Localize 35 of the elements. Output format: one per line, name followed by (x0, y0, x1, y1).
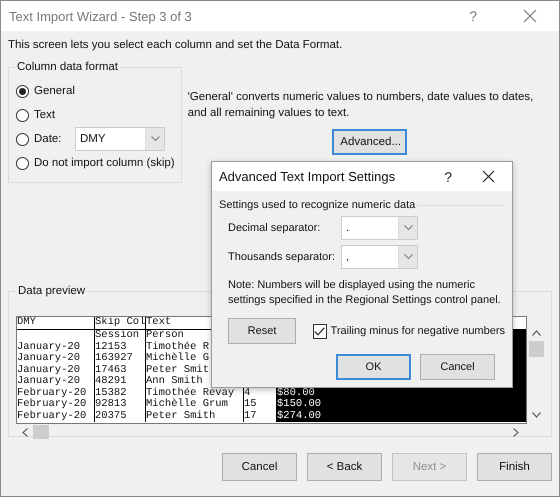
dialog-title: Advanced Text Import Settings (219, 169, 396, 184)
table-cell: 15382 (95, 388, 146, 399)
table-cell: January-20 (17, 342, 95, 353)
format-description: 'General' converts numeric values to numbers, date values to dates, and all remaining values to text. (188, 90, 534, 121)
table-cell: Michèlle Grum (146, 399, 244, 410)
table-cell: 17463 (95, 364, 146, 376)
table-cell: February-20 (17, 399, 95, 410)
radio-label: Date: (34, 133, 62, 145)
table-cell: January-20 (17, 364, 95, 376)
radio-label: General (34, 85, 75, 97)
table-cell: 92813 (95, 399, 146, 410)
table-cell: January-20 (17, 353, 95, 364)
radio-label: Do not import column (skip) (34, 157, 175, 169)
table-cell: Session (95, 330, 146, 342)
field-label: Decimal separator: (228, 222, 322, 234)
table-cell: Peter Smith (146, 410, 244, 422)
table-cell: February-20 (17, 410, 95, 422)
table-cell: February-20 (17, 388, 95, 399)
radio-label: Text (34, 109, 56, 121)
note-text: Note: Numbers will be displayed using the numeric settings specified in the Regional Settings control panel. (227, 278, 502, 308)
table-cell: January-20 (17, 376, 95, 388)
table-cell: 163927 (95, 353, 146, 364)
window-title: Text Import Wizard - Step 3 of 3 (9, 8, 193, 24)
field-label: Thousands separator: (228, 251, 336, 263)
table-cell: 12153 (95, 342, 146, 353)
table-cell: $150.00 (277, 399, 526, 410)
group-label: Data preview (17, 285, 86, 297)
table-cell: $80.00 (277, 388, 526, 399)
table-cell: $274.00 (277, 410, 526, 422)
table-cell: 20375 (95, 410, 146, 422)
section-label: Settings used to recognize numeric data (219, 199, 416, 211)
table-cell: 48291 (95, 376, 146, 388)
checkbox-label: Trailing minus for negative numbers (330, 325, 505, 337)
instruction-text: This screen lets you select each column and set the Data Format. (8, 39, 344, 51)
group-label: Column data format (16, 61, 119, 73)
